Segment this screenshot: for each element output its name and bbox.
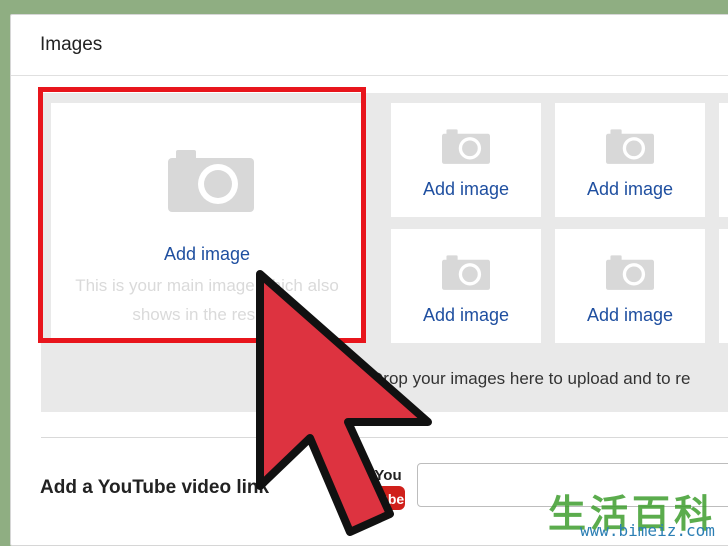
image-slot[interactable]: Add image [555,229,705,343]
image-slot[interactable]: Add image [555,103,705,217]
watermark-url: www.bimeiz.com [580,521,715,540]
camera-icon [606,127,654,164]
add-image-link[interactable]: Add image [555,305,705,326]
add-image-link[interactable]: Add image [391,179,541,200]
add-image-link[interactable]: Add image [555,179,705,200]
image-slot-partial[interactable] [719,103,728,217]
pointer-cursor-icon [256,270,432,536]
camera-icon [606,253,654,290]
image-slot[interactable]: Add image [391,103,541,217]
camera-icon [442,253,490,290]
image-slot-partial[interactable] [719,229,728,343]
youtube-link-label: Add a YouTube video link [40,477,270,498]
camera-icon [168,146,254,212]
panel-header: Images [11,15,728,76]
watermark: 生活百科 www.bimeiz.com [520,483,728,546]
section-title: Images [40,34,103,55]
camera-icon [442,127,490,164]
